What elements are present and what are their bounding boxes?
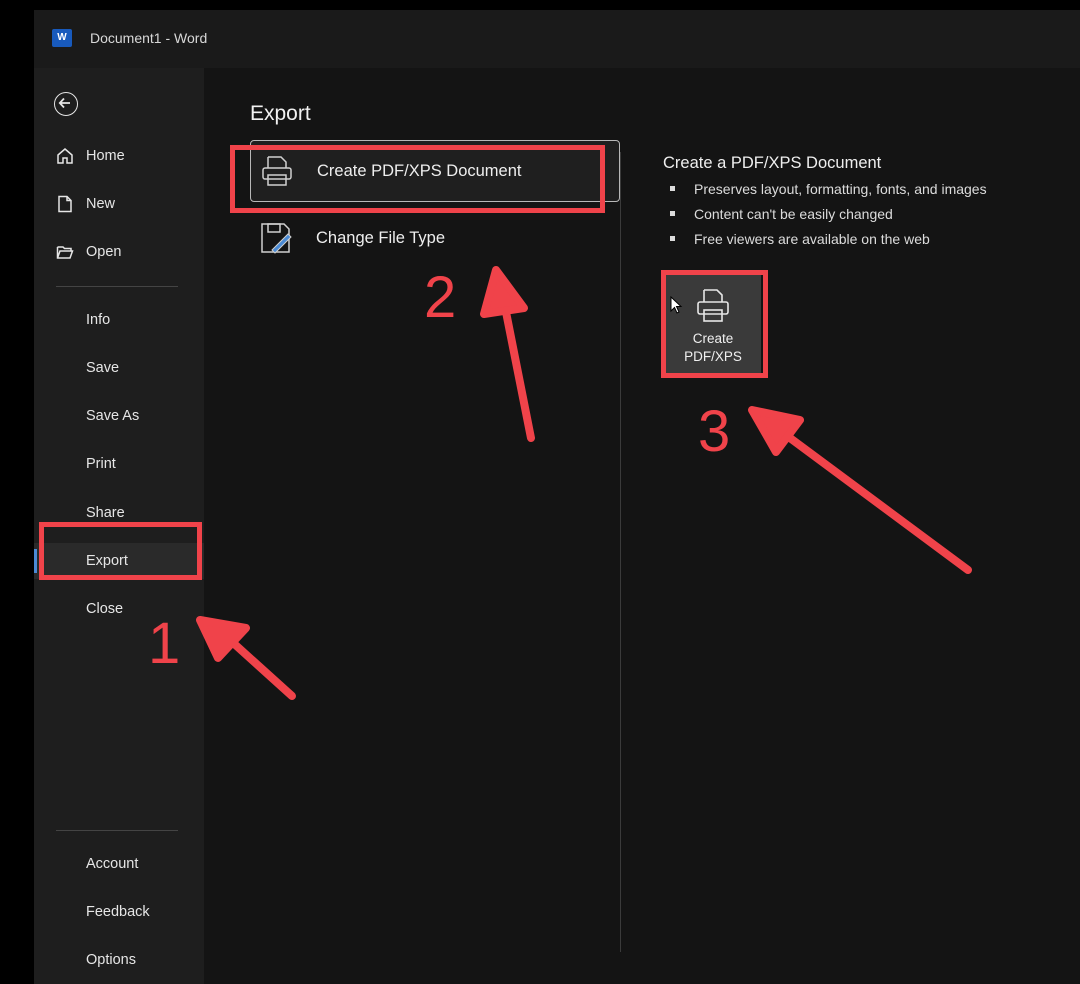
sidebar-item-export[interactable]: Export — [34, 543, 204, 579]
word-logo-icon: W — [52, 29, 72, 47]
title-bar: W Document1 - Word — [34, 10, 1080, 68]
option-label: Change File Type — [316, 229, 446, 247]
sidebar-item-label: Options — [86, 952, 136, 968]
sidebar-item-label: Save As — [86, 408, 140, 424]
pdf-printer-icon — [262, 156, 292, 186]
pane-divider — [620, 152, 621, 952]
bullet-item: Free viewers are available on the web — [670, 230, 987, 255]
back-arrow-icon[interactable] — [54, 92, 78, 116]
create-pdf-xps-option[interactable]: Create PDF/XPS Document — [250, 140, 620, 202]
pdf-printer-icon — [697, 289, 729, 322]
sidebar-item-share[interactable]: Share — [34, 495, 204, 531]
option-label: Create PDF/XPS Document — [317, 162, 522, 180]
sidebar-item-account[interactable]: Account — [34, 846, 204, 882]
export-pane: Export Create PDF/XPS Document Change Fi… — [204, 68, 1080, 984]
sidebar-item-label: Close — [86, 601, 124, 617]
window-title: Document1 - Word — [90, 30, 208, 46]
create-pdf-xps-button-label: Create PDF/XPS — [684, 331, 742, 364]
detail-bullets: Preserves layout, formatting, fonts, and… — [670, 180, 987, 255]
detail-title: Create a PDF/XPS Document — [663, 154, 882, 172]
sidebar-item-print[interactable]: Print — [34, 446, 204, 482]
sidebar-item-label: Export — [86, 553, 128, 569]
word-window: W Document1 - Word Home New Open Info Sa… — [34, 10, 1080, 984]
sidebar-item-open[interactable]: Open — [34, 234, 204, 270]
sidebar-item-label: Print — [86, 456, 116, 472]
sidebar-item-save[interactable]: Save — [34, 350, 204, 386]
bullet-item: Preserves layout, formatting, fonts, and… — [670, 180, 987, 205]
sidebar-divider — [56, 286, 178, 287]
change-file-type-icon — [261, 223, 292, 254]
sidebar-item-feedback[interactable]: Feedback — [34, 894, 204, 930]
sidebar-item-label: Home — [86, 148, 125, 164]
sidebar-item-home[interactable]: Home — [34, 138, 204, 174]
sidebar-item-new[interactable]: New — [34, 186, 204, 222]
sidebar-item-label: Save — [86, 360, 120, 376]
sidebar-item-info[interactable]: Info — [34, 302, 204, 338]
sidebar-divider — [56, 830, 178, 831]
folder-open-icon — [56, 246, 74, 259]
sidebar-item-save-as[interactable]: Save As — [34, 398, 204, 434]
bullet-item: Content can't be easily changed — [670, 205, 987, 230]
backstage-sidebar: Home New Open Info Save Save As Print Sh… — [34, 68, 204, 984]
create-pdf-xps-button[interactable]: Create PDF/XPS — [665, 274, 761, 374]
new-document-icon — [58, 195, 72, 213]
sidebar-item-close[interactable]: Close — [34, 591, 204, 627]
page-title: Export — [250, 102, 311, 125]
sidebar-item-options[interactable]: Options — [34, 942, 204, 978]
sidebar-item-label: Account — [86, 856, 139, 872]
sidebar-item-label: Open — [86, 244, 122, 260]
sidebar-item-label: New — [86, 196, 116, 212]
sidebar-item-label: Share — [86, 505, 125, 521]
sidebar-item-label: Info — [86, 312, 111, 328]
change-file-type-option[interactable]: Change File Type — [250, 208, 620, 270]
home-icon — [57, 148, 73, 164]
mouse-cursor-icon — [670, 296, 683, 314]
sidebar-item-label: Feedback — [86, 904, 150, 920]
